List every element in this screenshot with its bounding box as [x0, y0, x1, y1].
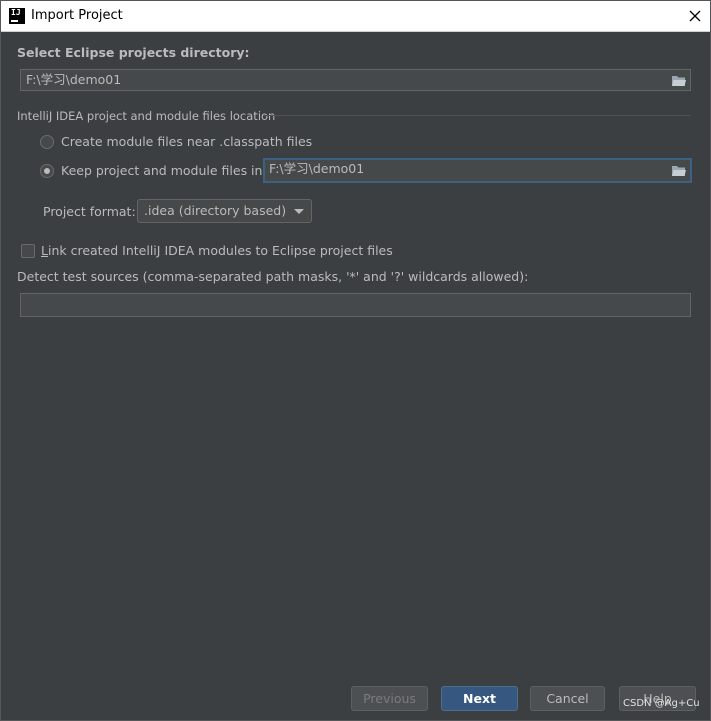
eclipse-dir-label: Select Eclipse projects directory:	[17, 45, 250, 60]
intellij-app-icon: IJ	[9, 8, 25, 24]
link-modules-label[interactable]: Link created IntelliJ IDEA modules to Ec…	[41, 243, 393, 258]
project-format-label: Project format:	[43, 204, 136, 219]
link-modules-label-rest: ink created IntelliJ IDEA modules to Ecl…	[47, 243, 393, 258]
section-separator	[263, 115, 691, 116]
test-sources-label: Detect test sources (comma-separated pat…	[17, 269, 529, 284]
window-title: Import Project	[31, 8, 123, 23]
chevron-down-icon	[294, 209, 304, 214]
eclipse-dir-value: F:\学习\demo01	[26, 72, 122, 87]
radio-keep-in[interactable]	[40, 164, 54, 178]
project-format-select[interactable]: .idea (directory based)	[137, 199, 312, 223]
folder-icon[interactable]	[671, 74, 687, 88]
test-sources-input[interactable]	[20, 293, 691, 317]
keep-in-path-value: F:\学习\demo01	[269, 161, 365, 176]
watermark: CSDN @Ag+Cu	[623, 698, 700, 709]
radio-near-classpath-label[interactable]: Create module files near .classpath file…	[61, 134, 312, 149]
keep-in-path-input[interactable]: F:\学习\demo01	[263, 158, 692, 183]
eclipse-dir-input[interactable]: F:\学习\demo01	[20, 69, 691, 91]
close-icon[interactable]	[687, 8, 703, 24]
location-section-label: IntelliJ IDEA project and module files l…	[17, 109, 276, 123]
next-button[interactable]: Next	[441, 686, 518, 711]
radio-near-classpath[interactable]	[40, 135, 54, 149]
radio-keep-in-label[interactable]: Keep project and module files in	[61, 163, 262, 178]
mnemonic-letter: L	[41, 243, 48, 258]
cancel-button[interactable]: Cancel	[530, 686, 605, 711]
link-modules-checkbox[interactable]	[21, 244, 35, 258]
title-bar[interactable]: IJ Import Project	[1, 1, 710, 32]
import-project-dialog: IJ Import Project Select Eclipse project…	[0, 0, 711, 721]
project-format-value: .idea (directory based)	[144, 203, 287, 218]
folder-icon[interactable]	[671, 164, 687, 178]
previous-button[interactable]: Previous	[351, 686, 428, 711]
